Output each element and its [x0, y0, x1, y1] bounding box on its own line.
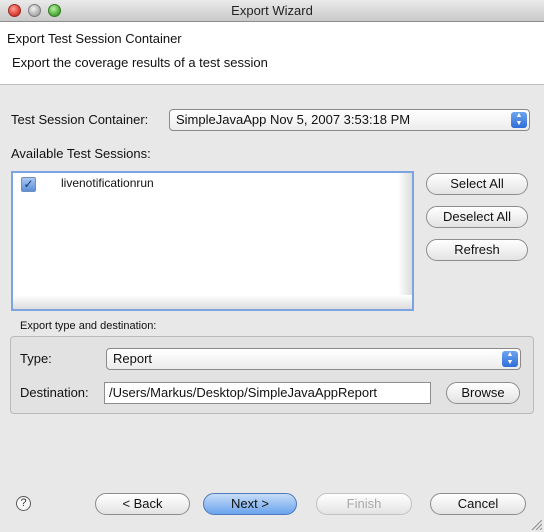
refresh-button[interactable]: Refresh — [426, 239, 528, 261]
export-group-title: Export type and destination: — [20, 320, 157, 332]
list-inner-shadow-bottom — [13, 295, 412, 309]
deselect-all-button[interactable]: Deselect All — [426, 206, 528, 228]
available-test-sessions-label: Available Test Sessions: — [11, 146, 151, 161]
export-type-value: Report — [113, 351, 153, 366]
resize-grip-icon[interactable] — [530, 518, 542, 530]
list-item-label: livenotificationrun — [61, 176, 154, 190]
wizard-header: Export Test Session Container Export the… — [0, 22, 544, 85]
next-button[interactable]: Next > — [203, 493, 297, 515]
popup-stepper-icon: ▲ ▼ — [511, 112, 527, 128]
list-inner-shadow — [398, 173, 412, 309]
help-icon[interactable]: ? — [16, 496, 31, 511]
type-label: Type: — [20, 351, 52, 366]
wizard-page-description: Export the coverage results of a test se… — [12, 55, 268, 70]
title-bar: Export Wizard — [0, 0, 544, 22]
destination-label: Destination: — [20, 385, 89, 400]
finish-button[interactable]: Finish — [316, 493, 412, 515]
select-all-button[interactable]: Select All — [426, 173, 528, 195]
back-button[interactable]: < Back — [95, 493, 190, 515]
destination-field[interactable]: /Users/Markus/Desktop/SimpleJavaAppRepor… — [104, 382, 431, 404]
test-session-container-select[interactable]: SimpleJavaApp Nov 5, 2007 3:53:18 PM ▲ ▼ — [169, 109, 530, 131]
test-session-container-label: Test Session Container: — [11, 112, 149, 127]
browse-button[interactable]: Browse — [446, 382, 520, 404]
checkbox-checked-icon[interactable]: ✓ — [21, 177, 36, 192]
window-title: Export Wizard — [231, 3, 313, 18]
export-type-select[interactable]: Report ▲ ▼ — [106, 348, 521, 370]
test-session-container-value: SimpleJavaApp Nov 5, 2007 3:53:18 PM — [176, 112, 411, 127]
popup-stepper-icon: ▲ ▼ — [502, 351, 518, 367]
cancel-button[interactable]: Cancel — [430, 493, 526, 515]
test-sessions-list[interactable]: ✓ livenotificationrun — [11, 171, 414, 311]
wizard-page-title: Export Test Session Container — [7, 31, 182, 46]
